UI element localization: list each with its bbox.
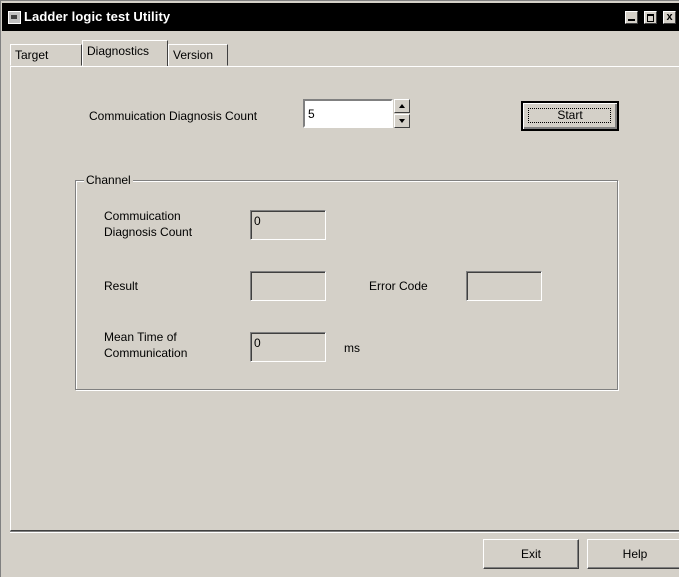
minimize-button[interactable] [625,11,638,24]
diagnosis-count-spinner[interactable] [394,99,410,128]
diagnosis-count-input[interactable] [303,99,393,128]
channel-count-label-line2: Diagnosis Count [104,225,193,239]
tab-label: Version [173,48,214,62]
channel-group-label: Channel [84,173,133,187]
error-code-label: Error Code [369,279,428,293]
tab-version[interactable]: Version [168,44,228,66]
mean-time-value: 0 [254,336,261,350]
close-button[interactable]: x [663,11,676,24]
mean-time-field: 0 [250,332,326,362]
exit-button[interactable]: Exit [483,539,579,569]
close-icon: x [666,11,673,23]
spin-up-arrow-icon[interactable] [394,99,410,113]
mean-time-label-line2: Communication [104,346,188,360]
start-button[interactable]: Start [521,101,619,131]
app-icon[interactable] [8,11,21,24]
channel-count-value: 0 [254,214,261,228]
start-button-label: Start [557,108,583,122]
tab-diagnostics[interactable]: Diagnostics [82,40,168,66]
error-code-field [466,271,542,301]
tab-target[interactable]: Target [10,44,82,66]
tab-label: Target [15,48,49,62]
maximize-button[interactable] [644,11,657,24]
help-button[interactable]: Help [587,539,679,569]
channel-count-label-line1: Commuication [104,209,181,223]
diagnosis-count-label: Commuication Diagnosis Count [89,109,258,123]
tab-label: Diagnostics [87,44,150,58]
help-button-label: Help [622,547,648,561]
mean-time-label-line1: Mean Time of [104,330,177,344]
app-window: Ladder logic test Utility x Target Diagn… [0,0,679,577]
window-title: Ladder logic test Utility [24,9,171,24]
result-field [250,271,326,301]
mean-time-unit: ms [344,341,360,355]
spin-down-arrow-icon[interactable] [394,114,410,128]
channel-count-field: 0 [250,210,326,240]
title-bar[interactable]: Ladder logic test Utility x [2,3,679,31]
footer-separator [10,531,679,533]
result-label: Result [104,279,139,293]
exit-button-label: Exit [520,547,541,561]
